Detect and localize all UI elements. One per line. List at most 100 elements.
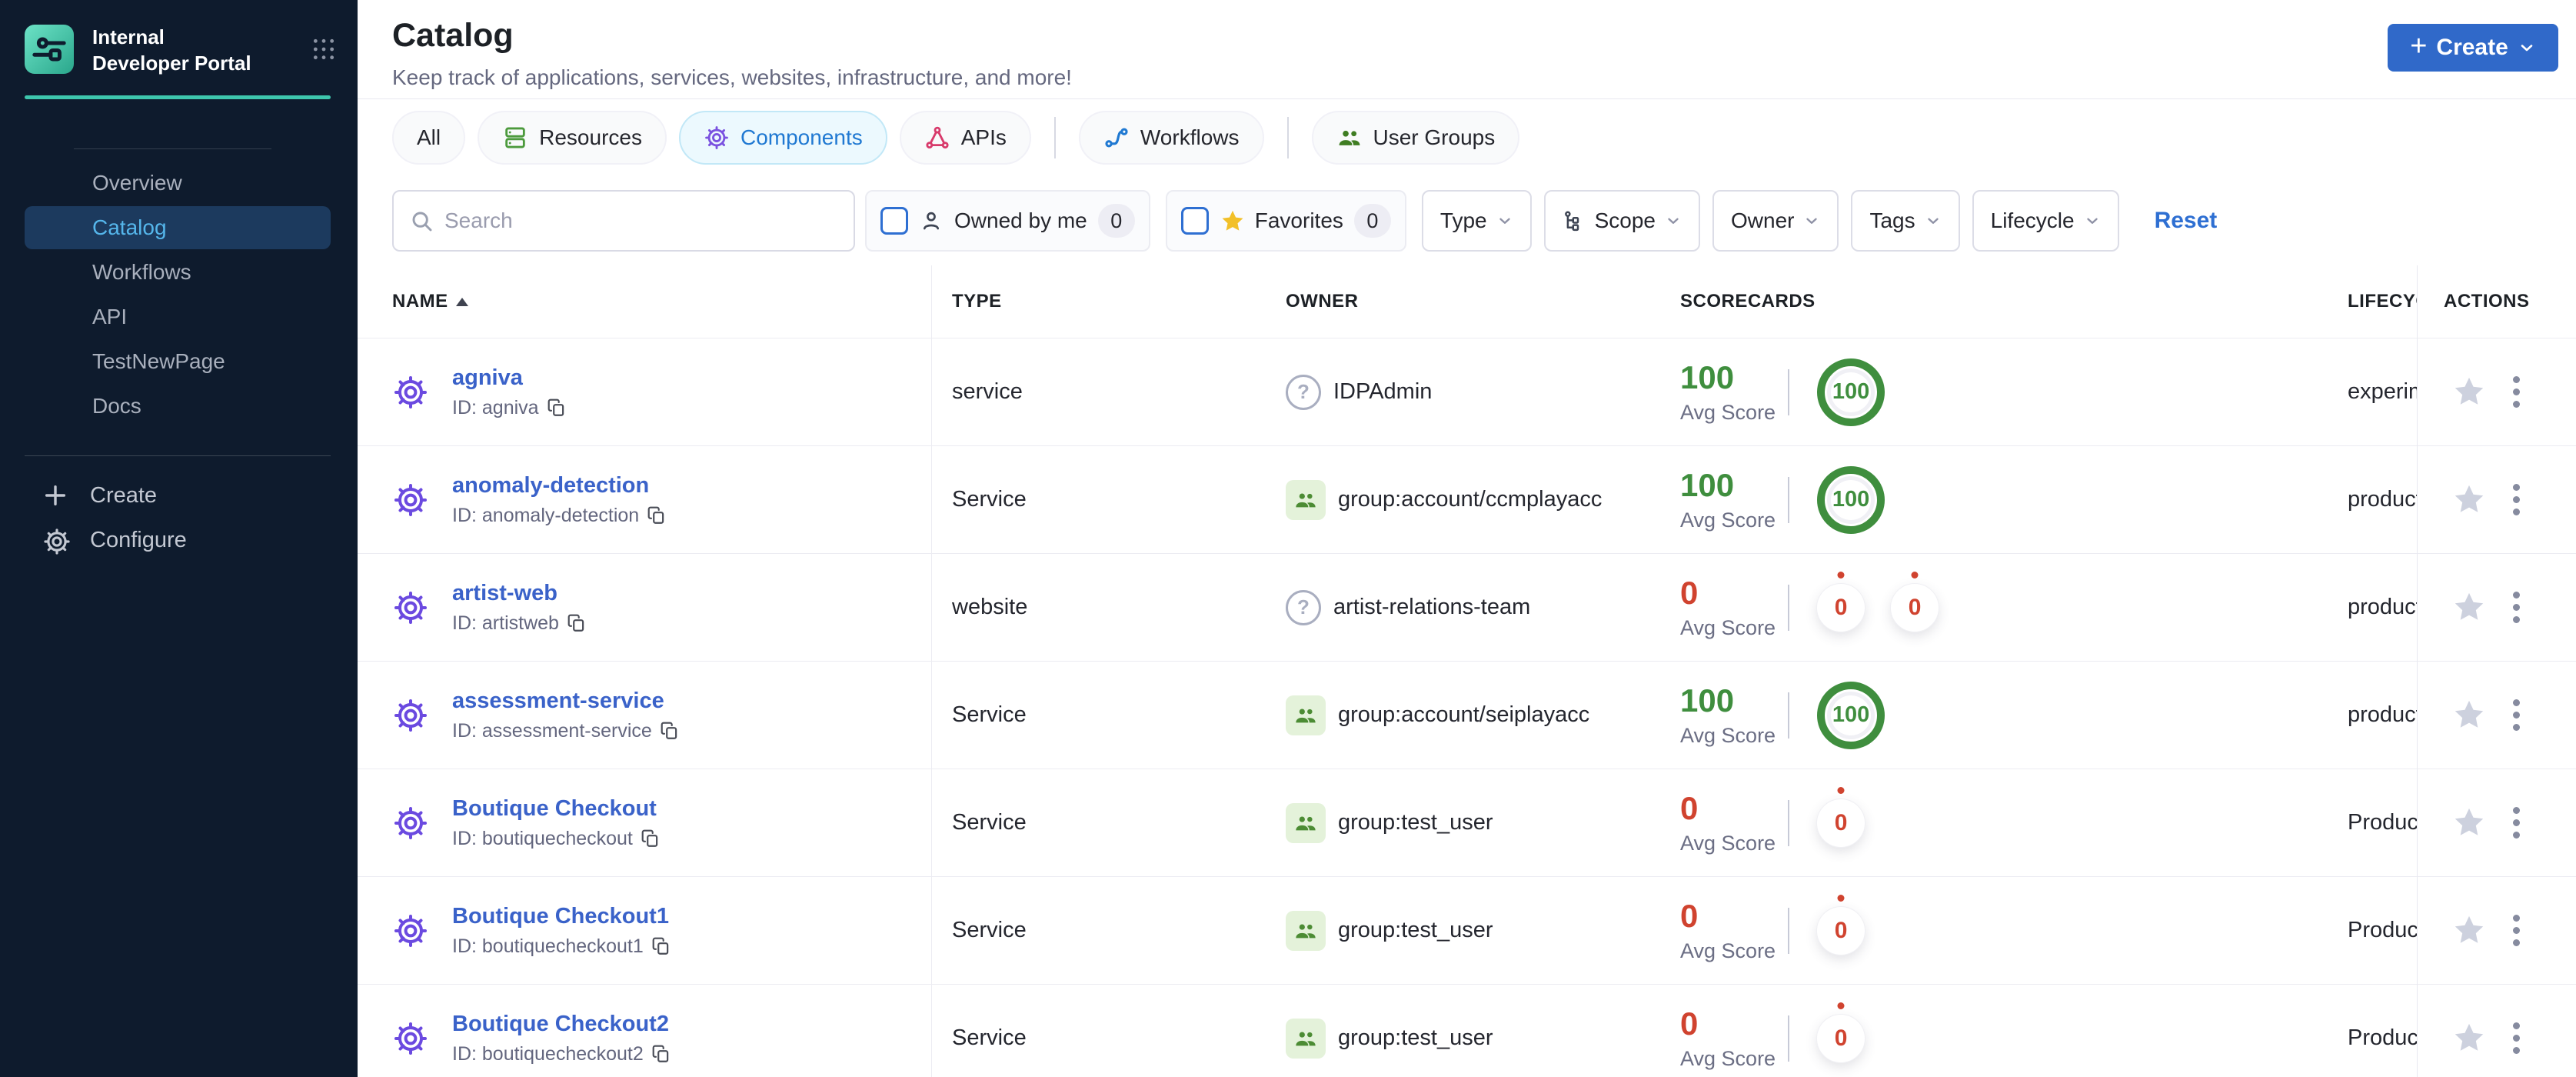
copy-icon[interactable] bbox=[547, 398, 567, 418]
kebab-menu-icon[interactable] bbox=[2508, 695, 2524, 735]
favorite-star-icon[interactable] bbox=[2451, 375, 2487, 410]
scope-dropdown[interactable]: Scope bbox=[1543, 190, 1701, 252]
create-button[interactable]: + Create bbox=[2388, 24, 2558, 72]
scorecard-ring[interactable]: 100 bbox=[1817, 465, 1885, 534]
entity-name-link[interactable]: Boutique Checkout2 bbox=[452, 1012, 669, 1036]
avg-score-value: 0 bbox=[1680, 898, 1699, 934]
type-dropdown[interactable]: Type bbox=[1421, 190, 1532, 252]
sidebar-divider bbox=[25, 455, 331, 456]
scorecard-ring[interactable]: 100 bbox=[1817, 681, 1885, 749]
tab-resources[interactable]: Resources bbox=[478, 111, 667, 165]
owned-by-me-checkbox[interactable] bbox=[880, 207, 908, 235]
sidebar-item-testnewpage[interactable]: TestNewPage bbox=[0, 340, 358, 383]
copy-icon[interactable] bbox=[567, 613, 587, 633]
copy-icon[interactable] bbox=[651, 1044, 671, 1064]
avg-score-label: Avg Score bbox=[1680, 401, 1776, 424]
entity-name-link[interactable]: agniva bbox=[452, 365, 523, 390]
sidebar-item-overview[interactable]: Overview bbox=[0, 162, 358, 205]
copy-icon[interactable] bbox=[647, 505, 667, 525]
person-icon bbox=[919, 208, 944, 233]
tab-all[interactable]: All bbox=[392, 111, 466, 165]
unknown-owner-icon bbox=[1286, 374, 1321, 410]
app-title: Internal Developer Portal bbox=[92, 25, 251, 75]
tab-label: User Groups bbox=[1373, 125, 1496, 149]
scope-icon bbox=[1563, 209, 1586, 232]
favorites-checkbox[interactable] bbox=[1180, 207, 1209, 235]
table-row[interactable]: Boutique Checkout2 ID: boutiquecheckout2… bbox=[358, 985, 2576, 1077]
owned-by-me-filter[interactable]: Owned by me 0 bbox=[865, 190, 1150, 252]
sidebar-item-api[interactable]: API bbox=[0, 295, 358, 338]
sidebar-item-catalog[interactable]: Catalog bbox=[25, 205, 331, 249]
table-row[interactable]: agniva ID: agniva service IDPAdmin 100 A… bbox=[358, 338, 2576, 446]
favorite-star-icon[interactable] bbox=[2451, 1021, 2487, 1056]
sidebar-configure-button[interactable]: Configure bbox=[0, 519, 358, 562]
entity-name-link[interactable]: artist-web bbox=[452, 581, 557, 605]
lifecycle-dropdown[interactable]: Lifecycle bbox=[1972, 190, 2119, 252]
filters-bar: Owned by me 0 Favorites 0 Type Scope Own… bbox=[358, 176, 2576, 265]
entity-name-link[interactable]: Boutique Checkout1 bbox=[452, 904, 669, 929]
scorecard-ring[interactable]: 0 bbox=[1817, 906, 1865, 955]
kebab-menu-icon[interactable] bbox=[2508, 1018, 2524, 1059]
entity-name-link[interactable]: Boutique Checkout bbox=[452, 796, 657, 821]
avg-score-value: 0 bbox=[1680, 790, 1699, 826]
component-gear-icon bbox=[392, 482, 429, 518]
create-button-label: Create bbox=[2436, 35, 2508, 60]
kebab-menu-icon[interactable] bbox=[2508, 587, 2524, 628]
scorecard-ring[interactable]: 0 bbox=[1891, 583, 1939, 632]
column-header-name[interactable]: NAME bbox=[358, 291, 931, 312]
owned-by-me-label: Owned by me bbox=[954, 208, 1087, 232]
entity-name-link[interactable]: assessment-service bbox=[452, 689, 664, 713]
sidebar-item-workflows[interactable]: Workflows bbox=[0, 251, 358, 294]
tab-workflows[interactable]: Workflows bbox=[1078, 111, 1264, 165]
owner-value: group:test_user bbox=[1338, 1025, 1493, 1050]
reset-filters-link[interactable]: Reset bbox=[2155, 208, 2218, 234]
tab-user-groups[interactable]: User Groups bbox=[1311, 111, 1520, 165]
owner-value: artist-relations-team bbox=[1333, 595, 1531, 619]
favorite-star-icon[interactable] bbox=[2451, 482, 2487, 518]
row-actions bbox=[2418, 446, 2576, 554]
avg-score-label: Avg Score bbox=[1680, 508, 1776, 532]
owner-value: group:account/seiplayacc bbox=[1338, 702, 1590, 727]
scorecard-ring[interactable]: 0 bbox=[1817, 583, 1865, 632]
star-icon bbox=[1220, 208, 1244, 233]
copy-icon[interactable] bbox=[641, 829, 661, 849]
sidebar-create-button[interactable]: Create bbox=[0, 475, 358, 518]
kebab-menu-icon[interactable] bbox=[2508, 372, 2524, 412]
table-row[interactable]: Boutique Checkout ID: boutiquecheckout S… bbox=[358, 769, 2576, 877]
tab-components[interactable]: Components bbox=[678, 111, 887, 165]
sidebar: Internal Developer Portal Overview Catal… bbox=[0, 0, 358, 1077]
scorecard-ring[interactable]: 0 bbox=[1817, 799, 1865, 847]
copy-icon[interactable] bbox=[651, 936, 671, 956]
group-owner-icon bbox=[1286, 1018, 1326, 1059]
avg-score-label: Avg Score bbox=[1680, 832, 1776, 855]
table-row[interactable]: assessment-service ID: assessment-servic… bbox=[358, 662, 2576, 769]
group-owner-icon bbox=[1286, 695, 1326, 735]
tab-label: All bbox=[417, 125, 441, 149]
app-switcher-grid-icon[interactable] bbox=[311, 37, 336, 62]
sidebar-header: Internal Developer Portal bbox=[0, 0, 358, 77]
kebab-menu-icon[interactable] bbox=[2508, 479, 2524, 520]
favorites-filter[interactable]: Favorites 0 bbox=[1165, 190, 1406, 252]
search-box[interactable] bbox=[392, 190, 855, 252]
kebab-menu-icon[interactable] bbox=[2508, 910, 2524, 951]
favorite-star-icon[interactable] bbox=[2451, 805, 2487, 841]
entity-name-link[interactable]: anomaly-detection bbox=[452, 473, 649, 498]
entity-id: ID: artistweb bbox=[452, 612, 559, 634]
favorite-star-icon[interactable] bbox=[2451, 913, 2487, 949]
favorite-star-icon[interactable] bbox=[2451, 590, 2487, 625]
tags-dropdown[interactable]: Tags bbox=[1851, 190, 1960, 252]
scorecard-ring[interactable]: 100 bbox=[1817, 358, 1885, 426]
plus-icon: + bbox=[2410, 30, 2428, 62]
sidebar-item-docs[interactable]: Docs bbox=[0, 385, 358, 428]
search-input[interactable] bbox=[444, 208, 838, 233]
app-logo-icon[interactable] bbox=[25, 25, 74, 74]
table-row[interactable]: anomaly-detection ID: anomaly-detection … bbox=[358, 446, 2576, 554]
favorite-star-icon[interactable] bbox=[2451, 698, 2487, 733]
kebab-menu-icon[interactable] bbox=[2508, 802, 2524, 843]
table-row[interactable]: artist-web ID: artistweb website artist-… bbox=[358, 554, 2576, 662]
scorecard-ring[interactable]: 0 bbox=[1817, 1014, 1865, 1062]
table-row[interactable]: Boutique Checkout1 ID: boutiquecheckout1… bbox=[358, 877, 2576, 985]
tab-apis[interactable]: APIs bbox=[899, 111, 1031, 165]
owner-dropdown[interactable]: Owner bbox=[1712, 190, 1839, 252]
copy-icon[interactable] bbox=[660, 721, 680, 741]
